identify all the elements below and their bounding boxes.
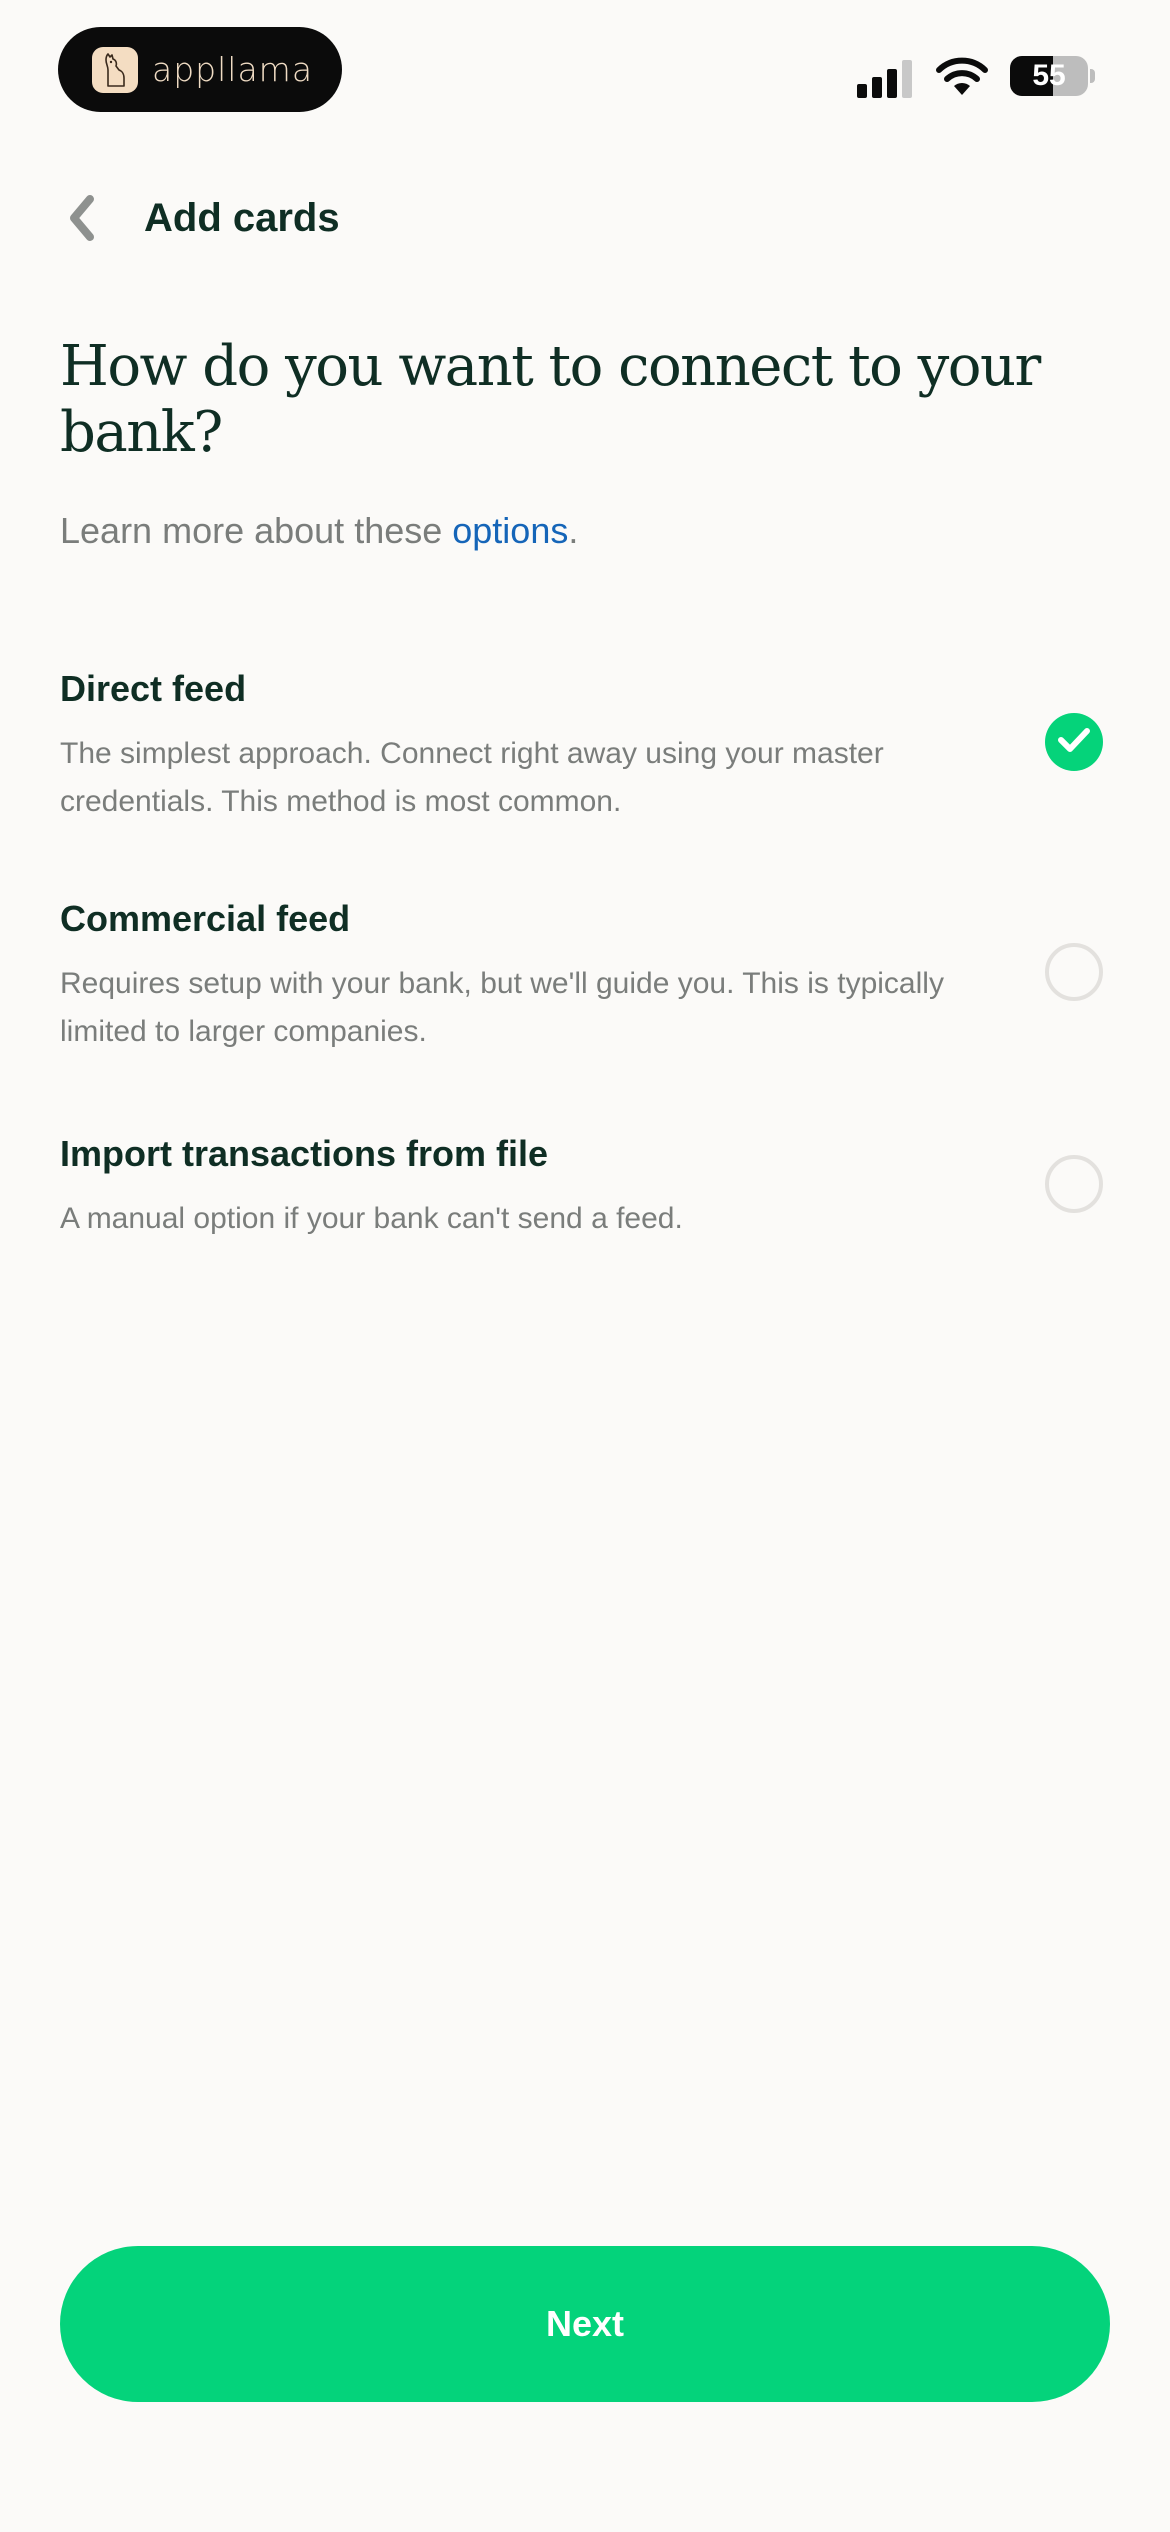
battery-level: 55 [1032, 59, 1066, 92]
next-button[interactable]: Next [60, 2246, 1110, 2402]
checkmark-icon [1057, 726, 1091, 759]
options-link[interactable]: options [452, 510, 568, 551]
llama-logo-icon [92, 46, 138, 93]
option-description: A manual option if your bank can't send … [60, 1202, 683, 1235]
question-heading: How do you want to connect to your bank? [60, 334, 1041, 465]
battery-indicator: 55 [1010, 56, 1088, 96]
option-title: Commercial feed [60, 898, 351, 939]
learn-more-text: Learn more about these options. [60, 510, 578, 552]
option-direct-feed[interactable]: Direct feed The simplest approach. Conne… [60, 668, 1110, 826]
direct-feed-radio-selected[interactable] [1045, 713, 1103, 771]
cellular-signal-icon [857, 58, 915, 103]
page-title: Add cards [144, 196, 340, 240]
option-title: Direct feed [60, 668, 247, 709]
chevron-left-icon [66, 194, 98, 246]
option-import-from-file[interactable]: Import transactions from file A manual o… [60, 1133, 1110, 1243]
import-from-file-radio[interactable] [1045, 1155, 1103, 1213]
option-title: Import transactions from file [60, 1133, 549, 1174]
back-button[interactable] [52, 190, 112, 250]
battery-cap [1090, 69, 1095, 83]
brand-badge: appllama [58, 27, 342, 112]
learn-more-prefix: Learn more about these [60, 510, 453, 551]
option-description: Requires setup with your bank, but we'll… [60, 967, 944, 1048]
option-description: The simplest approach. Connect right awa… [60, 737, 884, 818]
commercial-feed-radio[interactable] [1045, 943, 1103, 1001]
wifi-icon [935, 55, 989, 102]
learn-more-suffix: . [568, 510, 579, 551]
option-commercial-feed[interactable]: Commercial feed Requires setup with your… [60, 898, 1110, 1056]
brand-name: appllama [152, 50, 314, 89]
